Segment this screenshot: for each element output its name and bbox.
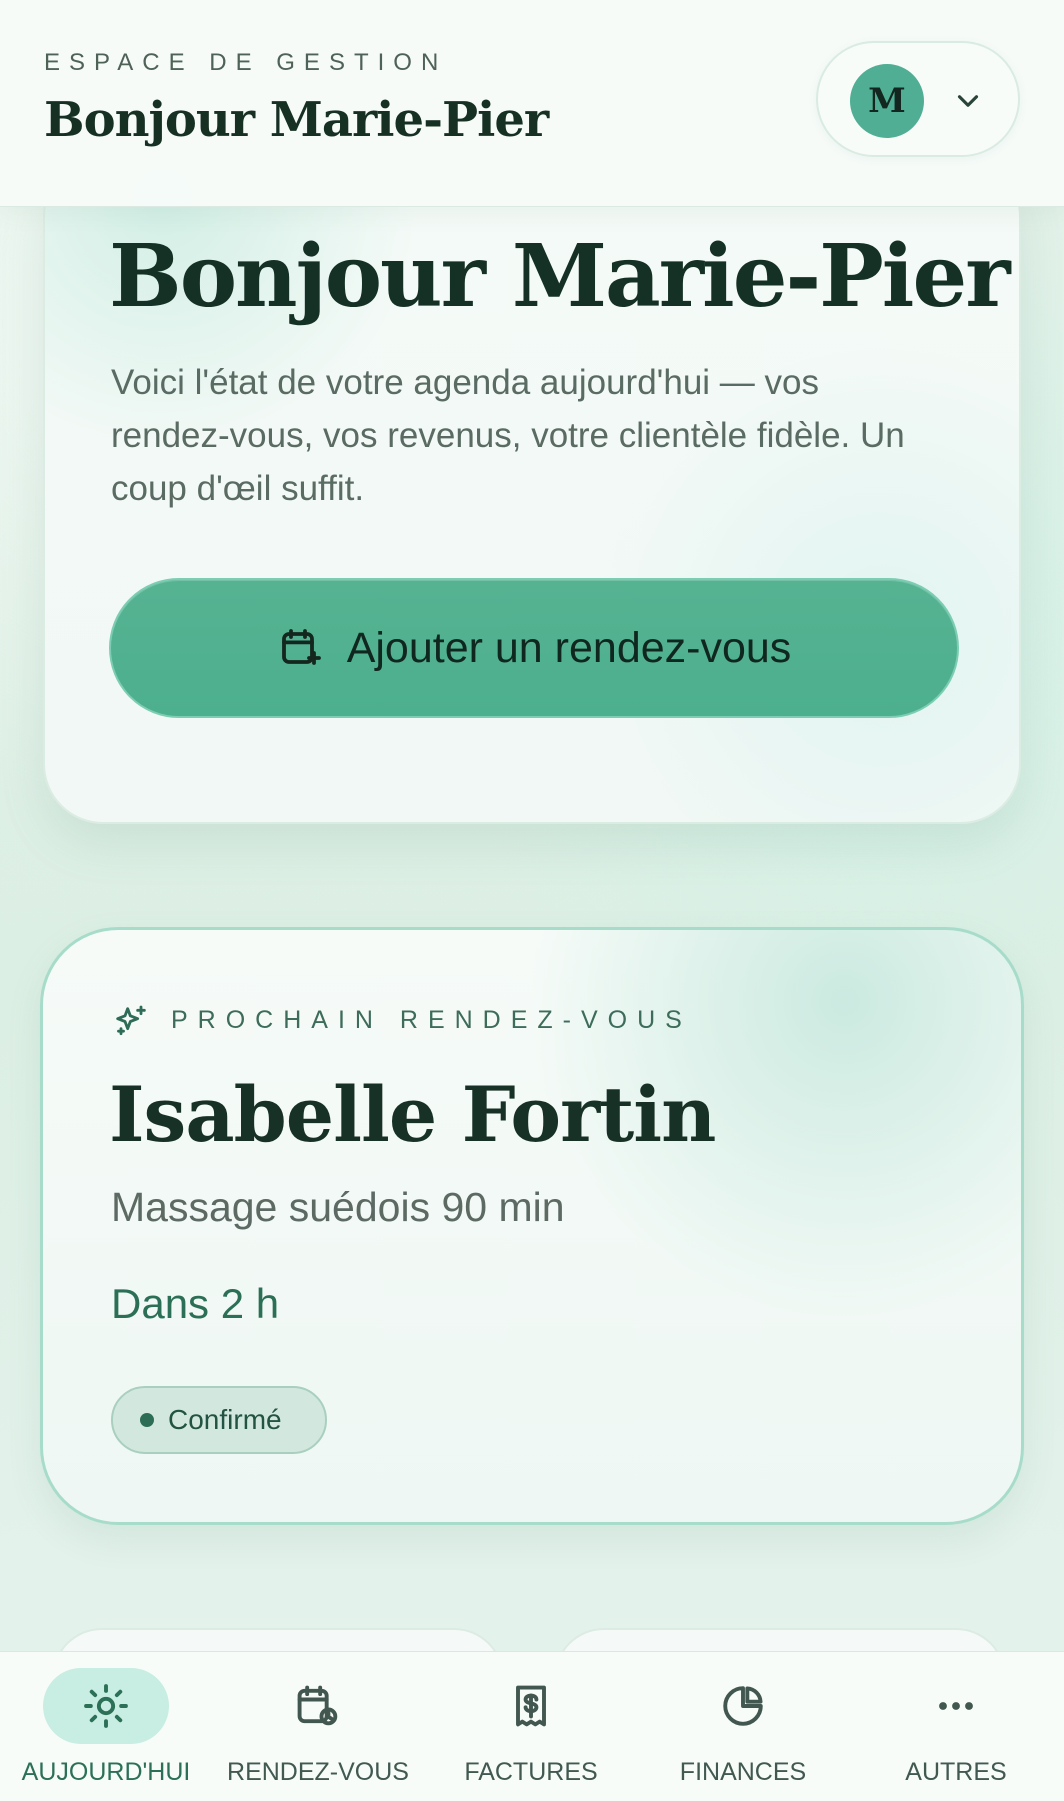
bottom-navigation: AUJOURD'HUI RENDEZ-VOUS FACTURES FINANCE… <box>0 1651 1064 1801</box>
welcome-card: Bonjour Marie-Pier Voici l'état de votre… <box>43 156 1021 824</box>
client-name: Isabelle Fortin <box>109 1070 716 1159</box>
workspace-label: ESPACE DE GESTION <box>44 49 448 76</box>
nav-item-today-label: AUJOURD'HUI <box>21 1758 191 1786</box>
add-appointment-button[interactable]: Ajouter un rendez-vous <box>109 578 959 718</box>
next-appointment-label: PROCHAIN RENDEZ-VOUS <box>171 1006 692 1034</box>
add-appointment-button-content: Ajouter un rendez-vous <box>111 580 957 716</box>
receipt-dollar-icon <box>516 1685 546 1727</box>
status-dot <box>140 1413 154 1427</box>
status-label: Confirmé <box>168 1404 282 1435</box>
appointment-eta: Dans 2 h <box>111 1280 280 1327</box>
chevron-down-icon <box>957 95 979 107</box>
add-appointment-button-label: Ajouter un rendez-vous <box>346 623 792 672</box>
calendar-plus-icon <box>281 629 321 665</box>
top-header: ESPACE DE GESTION Bonjour Marie-Pier M <box>0 0 1064 207</box>
sparkle-icon <box>116 1005 146 1036</box>
status-badge: Confirmé <box>111 1386 327 1454</box>
nav-item-finances-label: FINANCES <box>679 1758 807 1786</box>
hero-title: Bonjour Marie-Pier <box>109 226 1011 327</box>
nav-item-appointments-label: RENDEZ-VOUS <box>227 1758 409 1786</box>
calendar-clock-icon <box>297 1685 338 1726</box>
hero-description: Voici l'état de votre agenda aujourd'hui… <box>111 363 905 508</box>
sun-icon <box>84 1684 128 1728</box>
nav-item-today[interactable]: AUJOURD'HUI <box>0 1652 212 1801</box>
pie-chart-icon <box>723 1686 763 1726</box>
nav-item-finances[interactable]: FINANCES <box>637 1652 849 1801</box>
next-appointment-card: PROCHAIN RENDEZ-VOUS Isabelle Fortin Mas… <box>40 927 1024 1525</box>
nav-item-more[interactable]: AUTRES <box>850 1652 1062 1801</box>
more-horizontal-icon <box>939 1702 973 1710</box>
nav-item-invoices-label: FACTURES <box>464 1758 598 1786</box>
account-switcher[interactable]: M <box>816 41 1020 157</box>
nav-item-invoices[interactable]: FACTURES <box>425 1652 637 1801</box>
avatar: M <box>850 64 924 138</box>
service-name: Massage suédois 90 min <box>111 1184 565 1230</box>
page-title: Bonjour Marie-Pier <box>44 92 549 148</box>
nav-item-appointments[interactable]: RENDEZ-VOUS <box>212 1652 424 1801</box>
nav-item-more-label: AUTRES <box>905 1758 1007 1786</box>
